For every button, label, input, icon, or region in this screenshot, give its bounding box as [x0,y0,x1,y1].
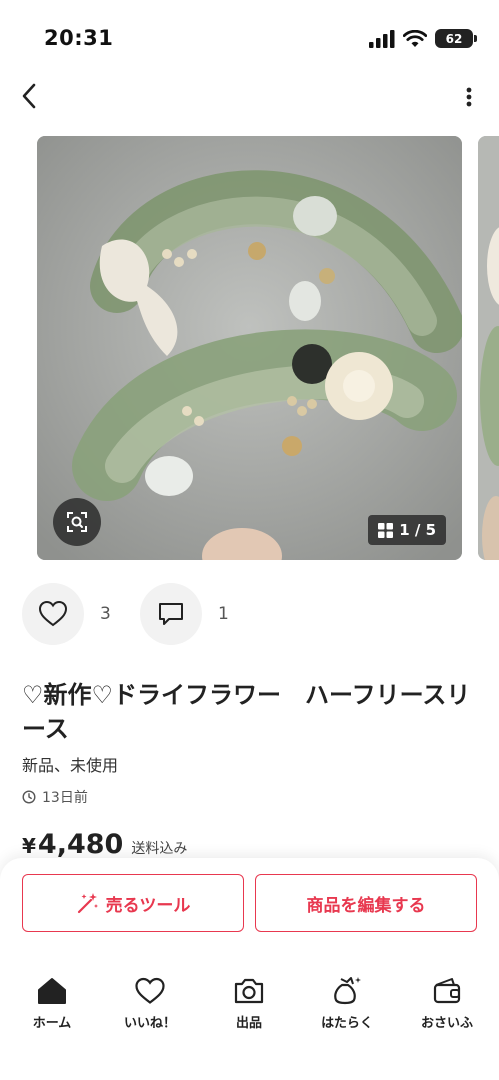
posted-time: 13日前 [22,787,88,807]
price-value: 4,480 [37,829,124,860]
engagement-actions: 3 1 [22,583,244,645]
grid-icon [378,522,394,538]
item-title: ♡新作♡ドライフラワー ハーフリースリース [22,681,471,743]
image-counter-badge[interactable]: 1 / 5 [368,515,446,545]
back-button[interactable] [14,80,44,112]
tab-home-label: ホーム [32,1016,72,1031]
posted-time-text: 13日前 [42,790,88,806]
status-time: 20:31 [44,26,114,50]
edit-item-button[interactable]: 商品を編集する [255,874,477,932]
product-image[interactable]: 1 / 5 [37,136,462,560]
cellular-signal-icon [369,29,395,48]
more-vertical-icon [466,87,472,107]
chevron-left-icon [22,83,36,109]
home-icon [38,978,66,1004]
image-search-icon [67,512,87,532]
next-photo [478,136,499,560]
tab-wallet-label: おさいふ [420,1016,473,1031]
comment-icon [159,603,183,625]
like-button[interactable] [22,583,84,645]
tab-work-label: はたらく [321,1016,373,1031]
tab-likes-label: いいね！ [123,1016,176,1031]
tab-bar: ホーム いいね！ 出品 はたらく おさいふ [0,958,499,1080]
heart-icon [135,977,165,1004]
image-counter: 1 / 5 [399,521,436,539]
status-bar: 20:31 62 [0,0,499,70]
price-currency: ¥ [22,834,36,858]
action-sheet: 売るツール 商品を編集する [0,858,499,958]
tab-wallet[interactable]: おさいふ [402,974,492,1031]
sell-tool-label: 売るツール [105,895,191,916]
like-count: 3 [100,604,111,624]
top-navigation [0,78,499,114]
tab-home[interactable]: ホーム [7,974,97,1031]
heart-outline-icon [38,600,68,627]
magic-wand-icon [77,893,98,914]
comment-count: 1 [218,604,229,624]
tab-likes[interactable]: いいね！ [105,974,195,1031]
item-condition: 新品、未使用 [22,756,119,775]
clock-icon [22,790,36,804]
next-image-preview[interactable] [478,136,499,560]
more-options-button[interactable] [461,82,477,112]
money-bag-icon [334,977,361,1005]
wallet-icon [433,978,461,1004]
visual-search-button[interactable] [53,498,101,546]
tab-list-item[interactable]: 出品 [204,974,294,1031]
tab-work[interactable]: はたらく [302,974,392,1031]
tab-list-item-label: 出品 [235,1016,262,1031]
shipping-note: 送料込み [131,841,188,857]
camera-icon [234,978,264,1004]
comment-button[interactable] [140,583,202,645]
status-icons: 62 [369,29,477,48]
wreath-photo [37,136,462,560]
wifi-icon [403,29,427,47]
battery-indicator: 62 [435,29,477,48]
edit-item-label: 商品を編集する [306,895,426,916]
sell-tool-button[interactable]: 売るツール [22,874,244,932]
price: ¥ 4,480 送料込み [22,829,187,860]
